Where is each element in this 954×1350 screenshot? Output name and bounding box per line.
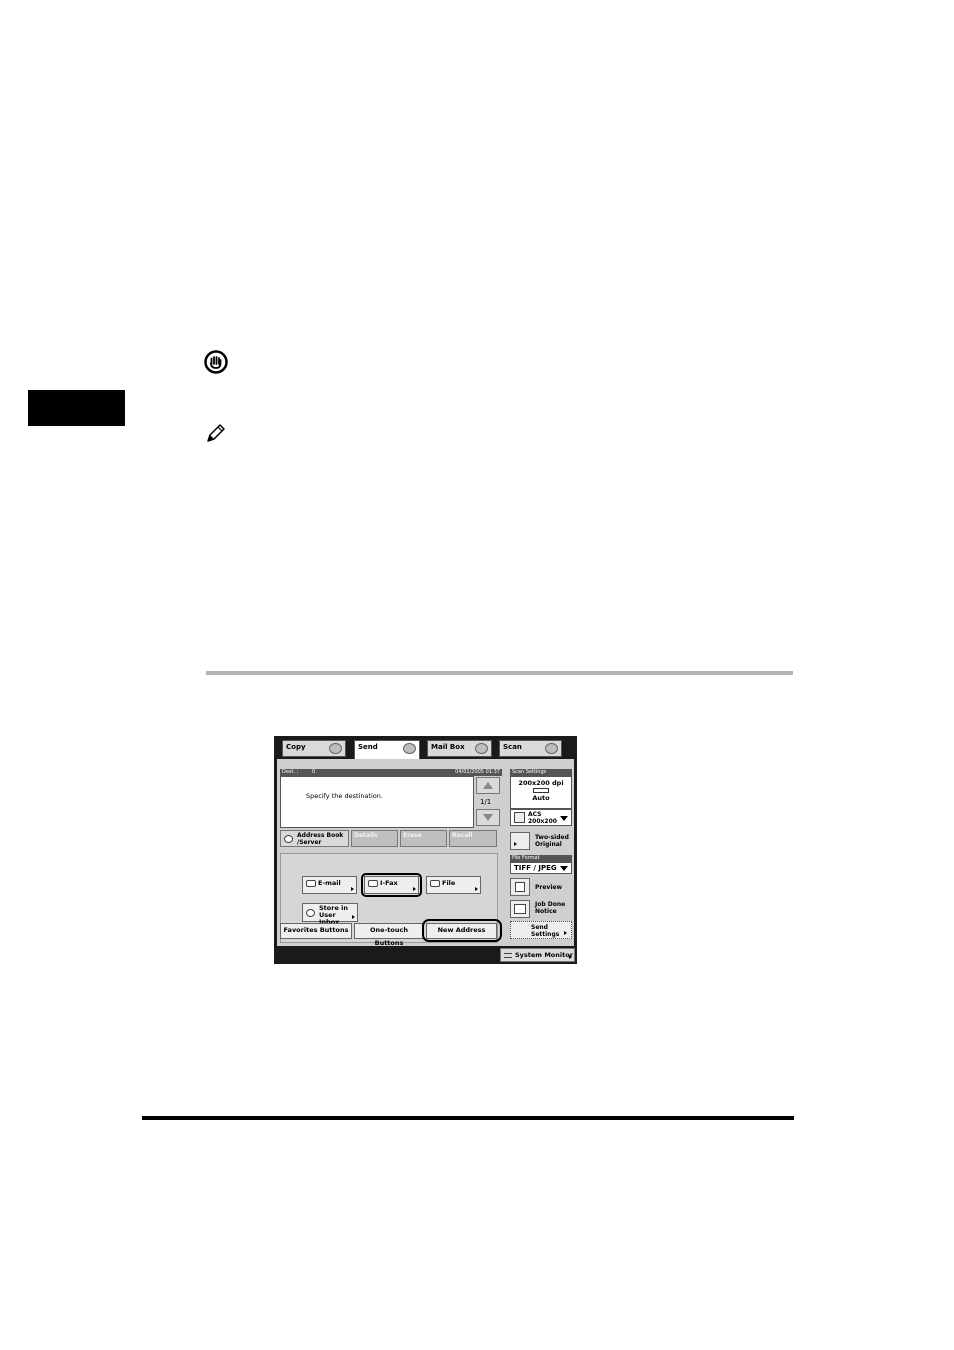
ifax-highlight [361, 873, 422, 897]
color-mode-dropdown[interactable]: ACS 200x200 [510, 809, 572, 826]
dest-count: 0 [312, 769, 316, 775]
file-button[interactable]: File [426, 876, 481, 894]
destination-header: Dest. : 0 04/01/2005 01:37 [280, 769, 502, 776]
job-done-notice-button[interactable] [510, 900, 530, 918]
favorites-buttons-tab[interactable]: Favorites Buttons [280, 923, 352, 939]
one-touch-label: One-touch Buttons [370, 926, 408, 947]
destination-message: Specify the destination. [306, 792, 383, 800]
tab-scan-label: Scan [503, 743, 522, 751]
scan-resolution-box[interactable]: 200x200 dpi Auto [510, 776, 572, 809]
acs-icon [514, 812, 525, 823]
tab-mail-box-label: Mail Box [431, 743, 465, 751]
paper-size-value: Auto [532, 794, 550, 802]
address-book-label: Address Book /Server [297, 832, 344, 846]
system-monitor-label: System Monitor [515, 951, 573, 959]
send-icon [403, 743, 416, 754]
footer-rule [142, 1116, 794, 1120]
recall-button[interactable]: Recall [449, 830, 497, 847]
section-divider [206, 671, 793, 675]
one-touch-buttons-tab[interactable]: One-touch Buttons [354, 923, 424, 947]
email-icon [306, 880, 316, 887]
file-label: File [442, 879, 456, 887]
paper-size-icon [533, 788, 549, 793]
email-button[interactable]: E-mail [302, 876, 357, 894]
details-label: Details [354, 832, 378, 839]
page-indicator: 1/1 [480, 798, 492, 806]
chapter-tab [28, 390, 125, 426]
scan-icon [545, 743, 558, 754]
note-pencil-icon [204, 423, 226, 445]
preview-button[interactable] [510, 878, 530, 896]
dropdown-arrow-icon [560, 866, 568, 871]
scroll-up-button[interactable] [476, 777, 500, 794]
address-book-icon [284, 835, 293, 843]
dropdown-arrow-icon [560, 816, 568, 821]
file-icon [430, 880, 440, 887]
system-monitor-button[interactable]: System Monitor [500, 948, 575, 962]
two-sided-label: Two-sided Original [535, 834, 569, 848]
arrow-right-icon [352, 915, 355, 919]
email-label: E-mail [318, 879, 341, 887]
erase-label: Erase [403, 832, 422, 839]
monitor-icon [504, 953, 512, 958]
send-settings-label: Send Settings [531, 924, 560, 938]
send-settings-button[interactable]: Send Settings [510, 921, 572, 939]
triangle-down-icon [483, 814, 493, 821]
tab-send-label: Send [358, 743, 378, 751]
scroll-down-button[interactable] [476, 809, 500, 826]
erase-button[interactable]: Erase [400, 830, 447, 847]
arrow-right-icon [514, 842, 517, 846]
details-button[interactable]: Details [351, 830, 398, 847]
favorites-label: Favorites Buttons [283, 926, 349, 934]
dest-label: Dest. : [282, 769, 299, 775]
notice-icon [514, 904, 526, 914]
destination-list[interactable]: Specify the destination. [280, 776, 474, 828]
inbox-icon [306, 909, 315, 917]
system-monitor-bar: System Monitor [274, 946, 577, 964]
file-format-header: File Format [510, 855, 572, 862]
tab-copy[interactable]: Copy [282, 740, 346, 757]
arrow-right-icon [569, 955, 572, 959]
send-screen-body: Dest. : 0 04/01/2005 01:37 Specify the d… [277, 759, 574, 947]
preview-label: Preview [535, 884, 563, 891]
arrow-right-icon [564, 931, 567, 935]
two-sided-button[interactable] [510, 832, 530, 850]
arrow-right-icon [475, 887, 478, 891]
tab-scan[interactable]: Scan [499, 740, 562, 757]
file-format-value: TIFF / JPEG [514, 864, 557, 872]
job-done-label: Job Done Notice [535, 901, 566, 915]
tab-mail-box[interactable]: Mail Box [427, 740, 492, 757]
mailbox-icon [475, 743, 488, 754]
recall-label: Recall [452, 832, 473, 839]
touch-panel-screenshot: Copy Send Mail Box Scan Dest. : 0 04/01/… [274, 736, 577, 964]
store-inbox-button[interactable]: Store in User Inbox [302, 903, 358, 926]
tab-send[interactable]: Send [354, 740, 420, 760]
address-book-button[interactable]: Address Book /Server [280, 830, 349, 847]
triangle-up-icon [483, 782, 493, 789]
scan-settings-header: Scan Settings [510, 769, 572, 776]
datetime: 04/01/2005 01:37 [455, 769, 500, 775]
file-format-dropdown[interactable]: TIFF / JPEG [510, 862, 572, 874]
important-hand-icon [204, 350, 228, 374]
copy-icon [329, 743, 342, 754]
arrow-right-icon [351, 887, 354, 891]
preview-icon [515, 882, 525, 892]
resolution-value: 200x200 dpi [518, 779, 564, 787]
tab-copy-label: Copy [286, 743, 306, 751]
new-address-highlight [422, 919, 502, 942]
